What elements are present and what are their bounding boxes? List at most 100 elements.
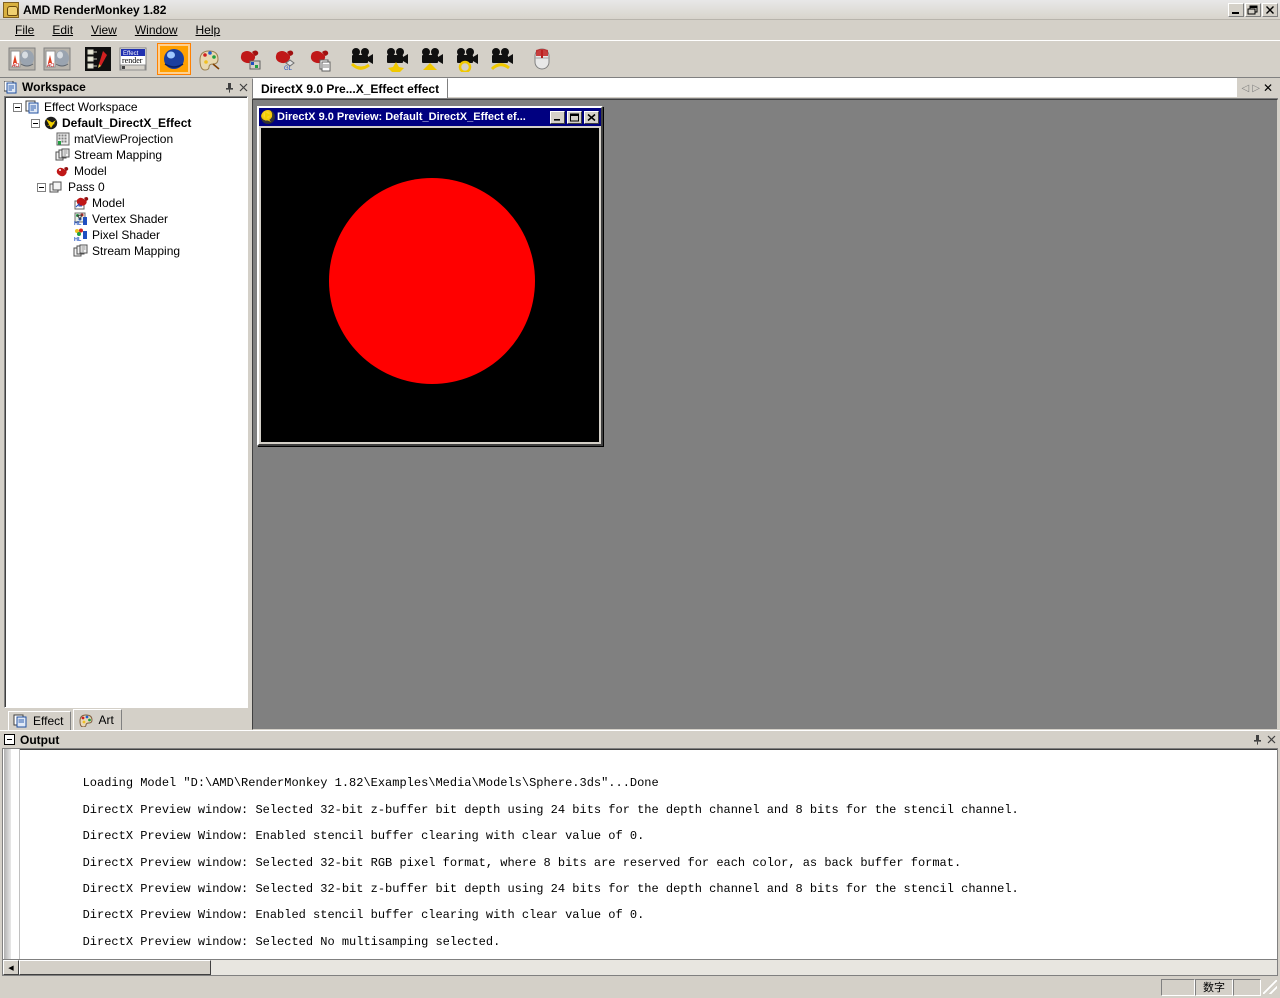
scrollbar-thumb[interactable] — [19, 960, 211, 975]
output-line-3: DirectX Preview window: Selected 32-bit … — [82, 855, 962, 870]
workspace-icon — [3, 80, 18, 94]
camera-icon-2[interactable] — [379, 43, 413, 75]
tree-label: Default_DirectX_Effect — [62, 115, 192, 130]
add-model-icon[interactable] — [233, 43, 267, 75]
tree-item-stream-mapping-2[interactable]: Stream Mapping — [7, 243, 247, 259]
art-tab-icon — [78, 713, 94, 728]
expander-collapse-icon[interactable] — [13, 102, 22, 112]
expander-collapse-icon[interactable] — [37, 182, 46, 192]
matrix-grid-icon — [55, 132, 71, 146]
window-controls — [1228, 2, 1278, 17]
output-gutter — [4, 749, 11, 959]
menu-file[interactable]: File — [6, 21, 43, 39]
output-collapse-icon[interactable] — [4, 734, 15, 745]
mouse-icon[interactable] — [525, 43, 559, 75]
svg-text:GL: GL — [284, 66, 293, 72]
tree-item-model-1[interactable]: Model — [7, 163, 247, 179]
tree-item-default-directx-effect[interactable]: Default_DirectX_Effect — [7, 115, 247, 131]
tree-item-pass-0[interactable]: Pass 0 — [7, 179, 247, 195]
preview-window-titlebar[interactable]: DirectX 9.0 Preview: Default_DirectX_Eff… — [259, 108, 601, 126]
add-pass-icon[interactable] — [303, 43, 337, 75]
stream-mapping-icon — [73, 244, 89, 258]
output-panel: Output Loading Model "D:\AMD\RenderMonke… — [0, 730, 1280, 976]
output-line-4: DirectX Preview window: Selected 32-bit … — [82, 882, 1019, 897]
tab-scroll-right-icon[interactable]: ▷ — [1252, 83, 1260, 94]
restore-button[interactable] — [1245, 2, 1261, 17]
tree-item-pixel-shader[interactable]: HL Pixel Shader — [7, 227, 247, 244]
status-cell-1 — [1161, 978, 1195, 996]
camera-icon-5[interactable] — [484, 43, 518, 75]
tree-item-matviewprojection[interactable]: matViewProjection — [7, 131, 247, 147]
svg-text:AO: AO — [47, 63, 54, 69]
close-button[interactable] — [1262, 2, 1278, 17]
toolbar-group-tree: Effect render — [79, 43, 152, 75]
menu-bar: File Edit View Window Help — [0, 20, 1280, 40]
tab-scroll-left-icon[interactable]: ◁ — [1242, 83, 1250, 94]
artist-editor-icon[interactable] — [192, 43, 226, 75]
tab-effect[interactable]: Effect — [8, 711, 72, 730]
open-effect-workspace-icon[interactable]: AO — [40, 43, 74, 75]
tab-art[interactable]: Art — [73, 709, 122, 730]
tree-item-model-2[interactable]: Model — [7, 195, 247, 211]
tab-label: Effect — [33, 714, 64, 728]
tree-item-vertex-shader[interactable]: HL Vertex Shader — [7, 211, 247, 228]
menu-edit[interactable]: Edit — [43, 21, 82, 39]
tree-item-effect-workspace[interactable]: Effect Workspace — [7, 99, 247, 115]
tree-label: Stream Mapping — [74, 147, 163, 162]
preview-sphere-icon[interactable] — [157, 43, 191, 75]
document-tabbar-filler — [448, 78, 1237, 98]
preview-render-canvas[interactable] — [261, 128, 599, 442]
workspace-title: Workspace — [22, 80, 86, 94]
output-pin-icon[interactable] — [1250, 733, 1264, 747]
svg-text:AO: AO — [12, 63, 19, 69]
new-effect-workspace-icon[interactable]: AO — [5, 43, 39, 75]
menu-view[interactable]: View — [82, 21, 126, 39]
svg-text:HL: HL — [74, 237, 82, 242]
workspace-pages-icon — [25, 100, 41, 114]
output-horizontal-scrollbar[interactable]: ◀ — [3, 959, 1277, 975]
tree-label: Model — [92, 195, 125, 210]
preview-minimize-button[interactable] — [550, 110, 565, 124]
application-window: AMD RenderMonkey 1.82 File Edit View Win… — [0, 0, 1280, 998]
workspace-panel: Workspace Effect Workspace Default_Direc… — [0, 78, 252, 730]
preview-maximize-button[interactable] — [567, 110, 582, 124]
tree-label: Stream Mapping — [92, 243, 181, 258]
expander-collapse-icon[interactable] — [31, 118, 40, 128]
document-tab-directx-preview[interactable]: DirectX 9.0 Pre...X_Effect effect — [252, 78, 449, 98]
scroll-left-arrow-icon[interactable]: ◀ — [3, 960, 19, 975]
resize-grip[interactable] — [1263, 980, 1277, 994]
directx-preview-icon — [261, 110, 275, 124]
scrollbar-track[interactable] — [19, 960, 1277, 975]
add-shader-icon[interactable]: GL — [268, 43, 302, 75]
workspace-pin-icon[interactable] — [222, 80, 236, 94]
output-line-0: Loading Model "D:\AMD\RenderMonkey 1.82\… — [82, 776, 659, 791]
stream-mapping-icon — [55, 148, 71, 162]
main-body: Workspace Effect Workspace Default_Direc… — [0, 78, 1280, 730]
rendered-sphere — [329, 178, 535, 384]
document-close-icon[interactable]: ✕ — [1263, 81, 1273, 95]
camera-icon-1[interactable] — [344, 43, 378, 75]
tree-label: Model — [74, 163, 107, 178]
output-line-2: DirectX Preview Window: Enabled stencil … — [82, 829, 645, 844]
model-ref-icon — [73, 196, 89, 210]
save-effect-workspace-icon[interactable] — [81, 43, 115, 75]
output-line-5: DirectX Preview Window: Enabled stencil … — [82, 908, 645, 923]
output-close-icon[interactable] — [1264, 733, 1278, 747]
camera-icon-3[interactable] — [414, 43, 448, 75]
tree-item-stream-mapping-1[interactable]: Stream Mapping — [7, 147, 247, 163]
preview-close-button[interactable] — [584, 110, 599, 124]
menu-help[interactable]: Help — [187, 21, 230, 39]
output-line-1: DirectX Preview window: Selected 32-bit … — [82, 802, 1019, 817]
effect-tab-icon — [13, 714, 29, 728]
effect-workspace-tree[interactable]: Effect Workspace Default_DirectX_Effect — [4, 96, 248, 708]
document-tab-nav: ◁ ▷ ✕ — [1236, 78, 1278, 98]
pixel-shader-hlsl-icon: HL — [73, 228, 89, 243]
render-icon[interactable]: Effect render — [116, 43, 150, 75]
menu-window[interactable]: Window — [126, 21, 187, 39]
workspace-close-icon[interactable] — [236, 80, 250, 94]
camera-icon-4[interactable] — [449, 43, 483, 75]
output-log-body[interactable]: Loading Model "D:\AMD\RenderMonkey 1.82\… — [2, 748, 1278, 976]
svg-text:render: render — [122, 56, 143, 65]
tree-label: matViewProjection — [74, 131, 174, 146]
minimize-button[interactable] — [1228, 2, 1244, 17]
